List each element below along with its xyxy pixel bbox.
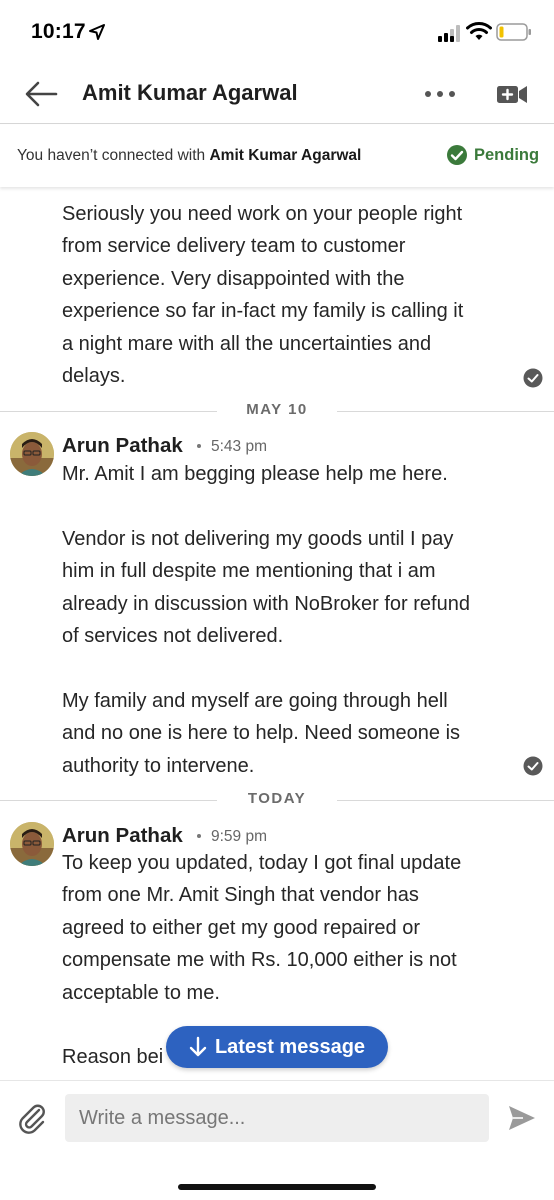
message-line: experience. Very disappointed with the — [62, 267, 405, 290]
message-line: agreed to either get my good repaired or — [62, 916, 420, 939]
message-line: My family and myself are going through h… — [62, 689, 448, 712]
date-label: MAY 10 — [246, 401, 308, 418]
message-line: him in full despite me mentioning that i… — [62, 560, 436, 583]
battery-icon — [496, 23, 531, 41]
divider-line — [337, 411, 554, 412]
conversation-header: Amit Kumar Agarwal — [0, 64, 554, 124]
wifi-icon — [466, 22, 492, 40]
message-line: experience so far in-fact my family is c… — [62, 300, 464, 323]
message-line: Vendor is not delivering my goods until … — [62, 527, 454, 550]
pending-label: Pending — [474, 145, 540, 164]
home-indicator — [178, 1184, 376, 1190]
separator-dot — [197, 444, 201, 448]
pending-status[interactable]: Pending — [446, 144, 539, 166]
separator-dot — [197, 834, 201, 838]
message-body: Mr. Amit I am begging please help me her… — [62, 458, 512, 782]
message-body: Seriously you need work on your people r… — [62, 198, 512, 392]
message-line: and no one is here to help. Need someone… — [62, 722, 461, 745]
read-receipt-icon — [523, 368, 543, 388]
status-time: 10:17 — [31, 20, 86, 43]
divider-line — [0, 411, 217, 412]
connection-banner: You haven’t connected with Amit Kumar Ag… — [0, 125, 554, 187]
cellular-signal-icon — [438, 25, 460, 42]
message-line: delays. — [62, 365, 126, 388]
message-line: from one Mr. Amit Singh that vendor has — [62, 884, 419, 907]
back-arrow-icon[interactable] — [24, 80, 60, 108]
connection-status-text: You haven’t connected with Amit Kumar Ag… — [17, 147, 361, 165]
message-line: Mr. Amit I am begging please help me her… — [62, 463, 448, 485]
date-divider: TODAY — [0, 790, 554, 810]
read-receipt-icon — [523, 756, 543, 776]
conversation-title[interactable]: Amit Kumar Agarwal — [82, 80, 298, 106]
check-circle-icon — [447, 145, 467, 165]
message-line: already in discussion with NoBroker for … — [62, 592, 470, 615]
message-line: from service delivery team to customer — [62, 235, 406, 258]
video-call-icon[interactable] — [496, 80, 528, 108]
message-line: compensate me with Rs. 10,000 either is … — [62, 949, 457, 972]
message-list[interactable]: Seriously you need work on your people r… — [0, 188, 554, 1080]
message-input[interactable] — [65, 1094, 489, 1142]
message-line: authority to intervene. — [62, 754, 255, 777]
message-line: Seriously you need work on your people r… — [62, 203, 463, 225]
sender-name[interactable]: Arun Pathak — [62, 434, 183, 458]
connection-prefix: You haven’t connected with — [17, 147, 210, 164]
message-line: of services not delivered. — [62, 625, 284, 648]
location-arrow-icon — [89, 24, 105, 40]
avatar[interactable] — [10, 822, 54, 866]
paperclip-icon[interactable] — [17, 1102, 47, 1134]
avatar[interactable] — [10, 432, 54, 476]
date-label: TODAY — [247, 790, 307, 807]
message-line: acceptable to me. — [62, 981, 220, 1004]
message-line: To keep you updated, today I got final u… — [62, 852, 462, 874]
divider-line — [0, 800, 217, 801]
date-divider: MAY 10 — [0, 401, 554, 421]
message-line: a night mare with all the uncertainties … — [62, 332, 432, 355]
more-options-icon[interactable] — [420, 82, 460, 106]
sender-name[interactable]: Arun Pathak — [62, 824, 183, 848]
message-time: 9:59 pm — [211, 828, 268, 845]
connection-name: Amit Kumar Agarwal — [209, 147, 362, 164]
latest-message-label: Latest message — [214, 1035, 366, 1058]
message-time: 5:43 pm — [211, 438, 268, 455]
message-line — [62, 652, 512, 684]
message-line — [62, 490, 512, 522]
arrow-down-icon — [189, 1036, 207, 1057]
send-icon[interactable] — [507, 1103, 537, 1133]
latest-message-button[interactable]: Latest message — [166, 1026, 388, 1068]
message-composer — [0, 1080, 554, 1200]
status-bar: 10:17 — [0, 0, 554, 64]
divider-line — [337, 800, 554, 801]
